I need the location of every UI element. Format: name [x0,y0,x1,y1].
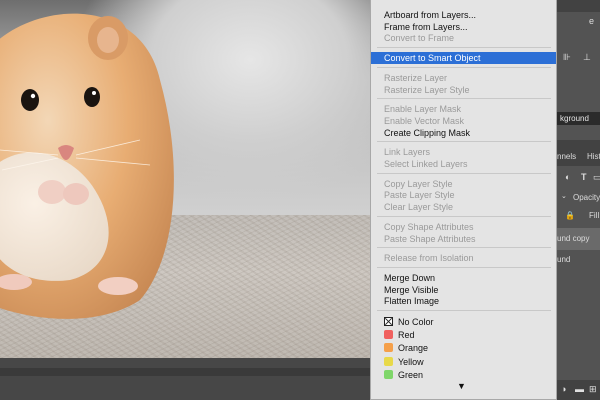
menu-separator [377,47,551,49]
tab-channels[interactable]: nnels [557,152,576,161]
adjustment-filter-icon[interactable]: ◐ [565,172,570,182]
panel-top-glyph: e [589,16,595,26]
layers-panel: e ⊥ ⊪ kground nnels Hist ◐ T ▭ ⌄ Opacity… [557,0,600,400]
menu-item-paste-layer-style[interactable]: Paste Layer Style [371,189,556,201]
color-label: No Color [398,317,434,327]
color-label: Green [398,369,424,380]
menu-color-red[interactable]: Red [371,329,556,341]
menu-separator [377,172,551,174]
color-label: Red [398,330,415,341]
color-swatch-no-color [384,317,393,326]
adjustment-layer-icon[interactable]: ◑ [561,384,566,394]
fill-label: Fill: [589,211,600,220]
menu-item-rasterize-layer-style[interactable]: Rasterize Layer Style [371,84,556,96]
menu-item-select-linked-layers[interactable]: Select Linked Layers [371,158,556,170]
menu-color-yellow[interactable]: Yellow [371,356,556,368]
distribute-icon[interactable]: ⊪ [563,52,571,63]
menu-item-convert-to-smart-object[interactable]: Convert to Smart Object [371,52,556,65]
menu-separator [377,66,551,68]
menu-separator [377,310,551,311]
align-icon[interactable]: ⊥ [583,52,591,63]
menu-item-frame-from-layers[interactable]: Frame from Layers... [371,21,556,33]
type-filter-icon[interactable]: T [581,172,587,182]
hamster-photo [0,13,174,319]
menu-item-create-clipping-mask[interactable]: Create Clipping Mask [371,127,556,139]
menu-separator [377,247,551,249]
menu-item-convert-to-frame[interactable]: Convert to Frame [371,32,556,44]
layer-context-menu: Artboard from Layers... Frame from Layers… [370,0,557,400]
menu-separator [377,98,551,100]
color-label: Yellow [398,356,424,367]
layer-name-field[interactable]: kground [557,112,600,125]
menu-separator [377,266,551,268]
panel-header-strip [557,0,600,12]
menu-item-clear-layer-style[interactable]: Clear Layer Style [371,201,556,213]
menu-item-link-layers[interactable]: Link Layers [371,146,556,158]
color-label: Orange [398,343,429,354]
layer-name-1[interactable]: und copy [557,234,589,243]
tab-history[interactable]: Hist [587,152,600,161]
scroll-down-arrow-icon[interactable]: ▼ [457,381,466,391]
menu-item-rasterize-layer[interactable]: Rasterize Layer [371,72,556,84]
menu-item-copy-layer-style[interactable]: Copy Layer Style [371,178,556,190]
color-swatch-red [384,330,393,340]
color-swatch-yellow [384,356,393,366]
canvas-scrollbar[interactable] [0,368,372,376]
canvas-bottom-area [0,358,372,400]
hamster-left-paw [38,180,66,204]
menu-item-enable-vector-mask[interactable]: Enable Vector Mask [371,115,556,127]
hamster-left-eye [21,89,39,111]
layer-name-2[interactable]: und [557,255,570,264]
chevron-down-icon[interactable]: ⌄ [561,192,567,200]
menu-item-artboard-from-layers[interactable]: Artboard from Layers... [371,9,556,21]
menu-item-enable-layer-mask[interactable]: Enable Layer Mask [371,103,556,115]
menu-item-copy-shape-attributes[interactable]: Copy Shape Attributes [371,221,556,233]
new-layer-icon[interactable]: ⊞ [589,384,597,395]
shape-filter-icon[interactable]: ▭ [593,172,600,183]
hamster-foot [98,277,138,295]
menu-color-orange[interactable]: Orange [371,342,556,354]
menu-color-green[interactable]: Green [371,369,556,381]
opacity-label: Opacity: [573,193,600,202]
menu-item-paste-shape-attributes[interactable]: Paste Shape Attributes [371,233,556,245]
color-swatch-green [384,369,393,379]
document-canvas[interactable] [0,0,372,358]
menu-separator [377,141,551,143]
color-swatch-orange [384,343,393,353]
menu-item-merge-down[interactable]: Merge Down [371,272,556,284]
menu-color-no-color[interactable]: No Color [371,316,556,328]
new-group-icon[interactable]: ▬ [575,384,584,394]
lock-icon[interactable]: 🔒 [565,211,575,220]
menu-item-merge-visible[interactable]: Merge Visible [371,284,556,296]
menu-separator [377,215,551,217]
hamster-right-paw [63,183,89,205]
menu-item-release-from-isolation[interactable]: Release from Isolation [371,252,556,264]
menu-item-flatten-image[interactable]: Flatten Image [371,295,556,307]
hamster-right-eye [84,87,100,107]
